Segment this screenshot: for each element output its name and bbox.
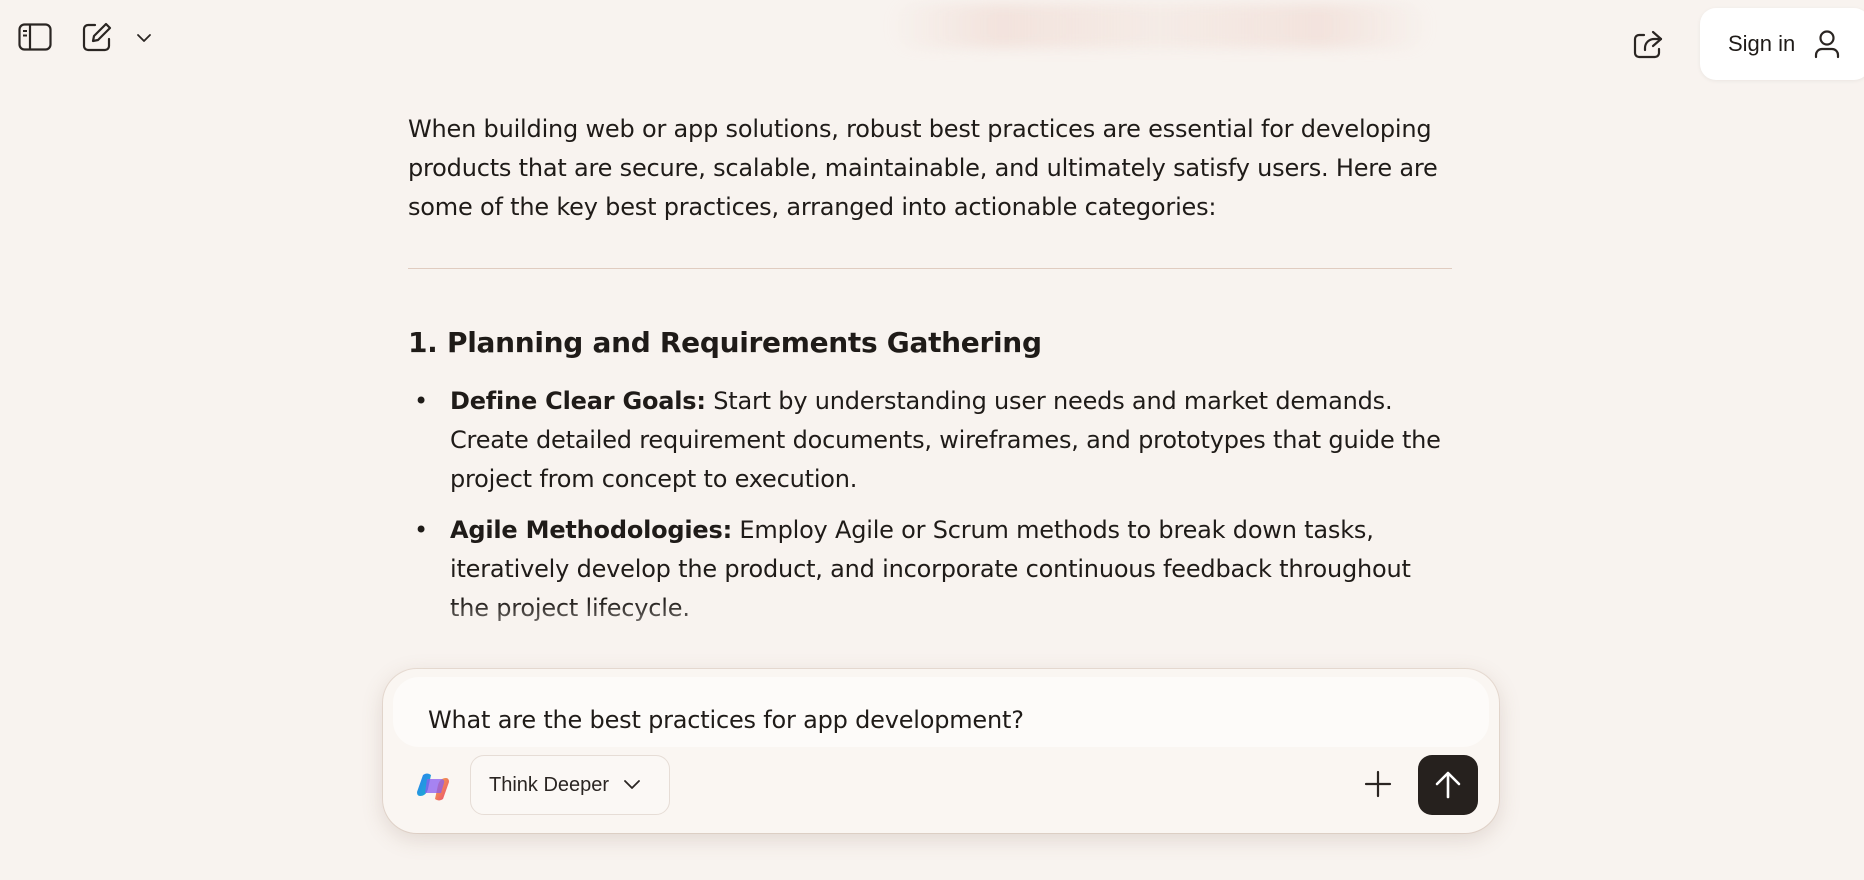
page: Sign in When building web or app solutio… [0,0,1864,880]
new-chat-dropdown[interactable] [132,26,156,50]
copilot-logo-icon [417,773,449,801]
think-deeper-button[interactable]: Think Deeper [470,755,670,815]
list-item-title: Define Clear Goals: [450,387,706,415]
sidebar-toggle-button[interactable] [16,18,54,56]
intro-paragraph: When building web or app solutions, robu… [408,115,1438,221]
assistant-message: When building web or app solutions, robu… [408,110,1452,640]
send-button[interactable] [1418,755,1478,815]
arrow-up-icon [1435,771,1461,799]
add-attachment-button[interactable] [1355,761,1401,807]
bullet-list: • Define Clear Goals: Start by understan… [408,382,1452,628]
list-item: • Agile Methodologies: Employ Agile or S… [414,516,1411,622]
blurred-conversation-title [890,4,1430,48]
composer-input-area[interactable] [393,677,1489,747]
divider [408,268,1452,269]
new-chat-button[interactable] [78,18,116,56]
sign-in-button[interactable]: Sign in [1700,8,1864,80]
user-icon [1815,30,1840,59]
list-item: • Define Clear Goals: Start by understan… [414,387,1441,493]
chevron-down-icon [624,780,640,789]
message-input[interactable] [426,705,1330,735]
list-item-title: Agile Methodologies: [450,516,732,544]
section-heading: 1. Planning and Requirements Gathering [408,326,1042,359]
share-icon [1633,30,1663,59]
compose-icon [82,22,112,52]
sign-in-label: Sign in [1728,31,1796,56]
plus-icon [1364,770,1392,798]
share-button[interactable] [1628,24,1668,64]
composer: Think Deeper [383,669,1499,833]
sidebar-icon [18,23,52,51]
chevron-down-icon [137,34,151,42]
mode-label: Think Deeper [489,773,610,796]
